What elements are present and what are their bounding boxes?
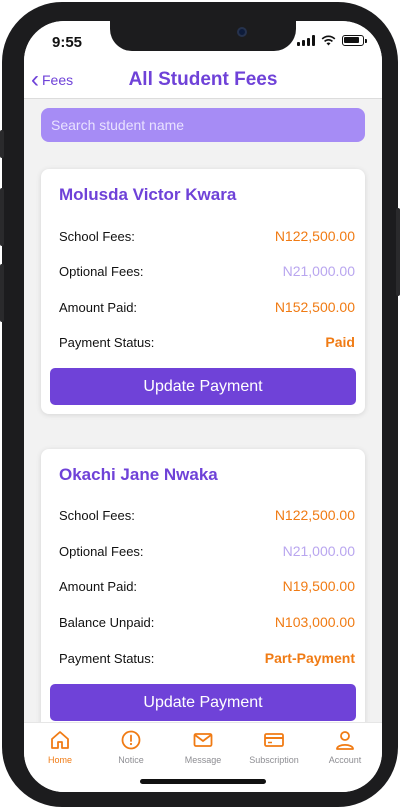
app-screen: 9:55 ‹ Fees All Student Fees Search stud…	[24, 21, 382, 792]
camera-icon	[237, 27, 247, 37]
fee-row-payment-status: Payment Status: Paid	[59, 332, 355, 352]
fee-value: N122,500.00	[274, 228, 355, 244]
fee-label: Amount Paid:	[59, 578, 138, 594]
fee-row-payment-status: Payment Status: Part-Payment	[59, 648, 355, 668]
tab-label: Account	[328, 755, 362, 765]
fee-label: School Fees:	[59, 228, 135, 244]
student-fee-card: Okachi Jane Nwaka School Fees: N122,500.…	[41, 449, 365, 749]
envelope-icon	[193, 733, 213, 747]
mute-switch	[0, 130, 4, 158]
cellular-signal-icon	[297, 35, 315, 46]
alert-circle-icon	[121, 730, 141, 750]
fee-label: Payment Status:	[59, 650, 155, 666]
tab-subscription[interactable]: Subscription	[238, 729, 310, 765]
fee-label: Amount Paid:	[59, 299, 138, 315]
tab-home[interactable]: Home	[24, 729, 96, 765]
fee-value: N152,500.00	[274, 299, 355, 315]
home-icon	[51, 731, 69, 749]
tab-notice[interactable]: Notice	[95, 729, 167, 765]
student-name: Molusda Victor Kwara	[59, 185, 237, 204]
user-icon	[336, 731, 354, 750]
page-title: All Student Fees	[128, 69, 278, 90]
student-name: Okachi Jane Nwaka	[59, 465, 218, 484]
tab-message[interactable]: Message	[167, 729, 239, 765]
tab-label: Message	[184, 755, 222, 765]
fee-label: Optional Fees:	[59, 543, 144, 559]
volume-up-button	[0, 188, 4, 246]
fee-row-school-fees: School Fees: N122,500.00	[59, 226, 355, 246]
payment-status-value: Part-Payment	[264, 650, 355, 666]
update-payment-button[interactable]: Update Payment	[50, 368, 356, 405]
tab-account[interactable]: Account	[309, 729, 381, 765]
navigation-bar: ‹ Fees All Student Fees	[24, 65, 382, 99]
student-fee-card: Molusda Victor Kwara School Fees: N122,5…	[41, 169, 365, 414]
status-icons	[297, 35, 367, 46]
credit-card-icon	[264, 733, 284, 747]
phone-frame: 9:55 ‹ Fees All Student Fees Search stud…	[0, 2, 400, 807]
fee-value: N21,000.00	[282, 543, 355, 559]
search-input[interactable]	[41, 108, 365, 142]
fee-value: N122,500.00	[274, 507, 355, 523]
fee-label: School Fees:	[59, 507, 135, 523]
fee-row-optional-fees: Optional Fees: N21,000.00	[59, 541, 355, 561]
tab-label: Home	[47, 755, 72, 765]
fee-row-school-fees: School Fees: N122,500.00	[59, 505, 355, 525]
fee-label: Payment Status:	[59, 334, 155, 350]
fee-row-optional-fees: Optional Fees: N21,000.00	[59, 261, 355, 281]
fee-row-balance-unpaid: Balance Unpaid: N103,000.00	[59, 612, 355, 632]
battery-icon	[342, 35, 367, 46]
wifi-icon	[321, 35, 336, 46]
tab-label: Subscription	[249, 755, 299, 765]
power-button	[396, 208, 400, 296]
notch	[110, 21, 296, 51]
fee-label: Optional Fees:	[59, 263, 144, 279]
tab-label: Notice	[118, 755, 144, 765]
fee-value: N21,000.00	[282, 263, 355, 279]
fee-label: Balance Unpaid:	[59, 614, 155, 630]
fee-row-amount-paid: Amount Paid: N152,500.00	[59, 297, 355, 317]
status-time: 9:55	[52, 34, 83, 51]
volume-down-button	[0, 264, 4, 322]
fee-value: N19,500.00	[282, 578, 355, 594]
fee-row-amount-paid: Amount Paid: N19,500.00	[59, 576, 355, 596]
fee-value: N103,000.00	[274, 614, 355, 630]
update-payment-button[interactable]: Update Payment	[50, 684, 356, 721]
home-indicator[interactable]	[140, 779, 266, 784]
payment-status-value: Paid	[325, 334, 355, 350]
